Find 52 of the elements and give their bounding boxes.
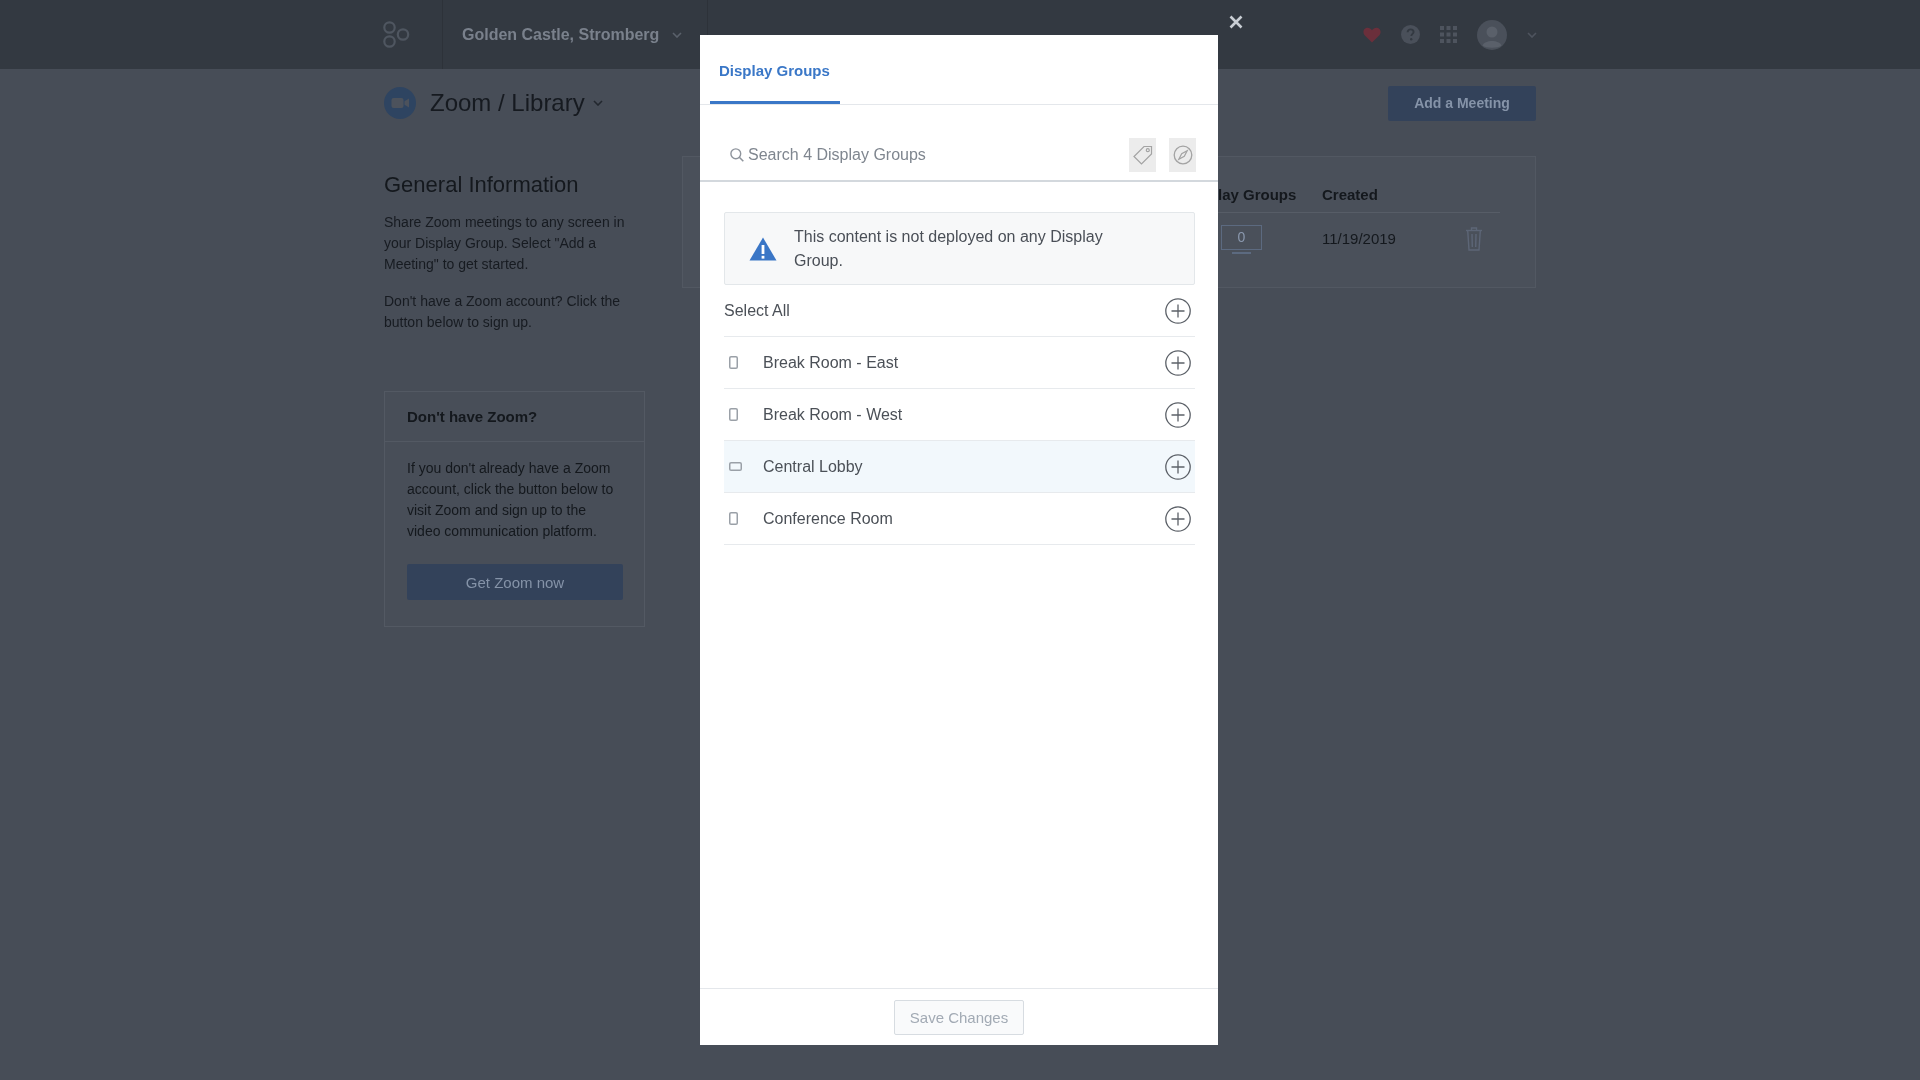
tag-filter-button[interactable] xyxy=(1129,137,1156,172)
tag-icon xyxy=(1132,144,1153,165)
close-icon[interactable] xyxy=(1229,15,1243,29)
card-text: If you don't already have a Zoom account, click the button below to visit Zoom and sign up to the video communication platform. xyxy=(407,459,615,541)
group-name: Break Room - West xyxy=(763,405,904,424)
compass-filter-button[interactable] xyxy=(1169,137,1196,172)
add-group-button[interactable] xyxy=(1165,505,1191,532)
trash-icon[interactable] xyxy=(1465,227,1483,251)
display-groups-tab[interactable]: Display Groups xyxy=(710,35,840,104)
plus-circle-icon xyxy=(1165,505,1191,532)
add-group-button[interactable] xyxy=(1165,453,1191,480)
search-field[interactable]: Search 4 Display Groups xyxy=(748,142,1116,167)
section-heading: General Information xyxy=(384,171,580,199)
notice-text: This content is not deployed on any Display Group. xyxy=(794,226,1104,271)
portrait-screen-icon xyxy=(729,408,738,421)
add-group-button[interactable] xyxy=(1165,401,1191,428)
avatar-icon[interactable] xyxy=(1477,19,1507,50)
column-header: lay Groups xyxy=(1218,186,1298,203)
group-name: Central Lobby xyxy=(763,457,864,476)
location-dropdown[interactable]: Golden Castle, Stromberg xyxy=(462,25,683,44)
card-title: Don't have Zoom? xyxy=(385,392,644,442)
plus-circle-icon xyxy=(1165,349,1191,376)
help-icon[interactable] xyxy=(1401,25,1420,44)
add-group-button[interactable] xyxy=(1165,349,1191,376)
video-camera-icon xyxy=(384,87,416,119)
table-cell: 11/19/2019 xyxy=(1322,230,1396,247)
select-all-label: Select All xyxy=(724,301,791,320)
caret-icon xyxy=(672,31,683,38)
portrait-screen-icon xyxy=(729,356,738,369)
column-header: Created xyxy=(1322,186,1379,203)
group-name: Break Room - East xyxy=(763,353,900,372)
logo-icon xyxy=(383,21,410,48)
group-row[interactable]: Break Room - East xyxy=(724,337,1195,389)
add-meeting-button[interactable]: Add a Meeting xyxy=(1388,85,1536,121)
plus-circle-icon xyxy=(1165,297,1191,324)
plus-circle-icon xyxy=(1165,453,1191,480)
landscape-screen-icon xyxy=(729,462,742,471)
display-count: 0 xyxy=(1221,224,1262,254)
select-all-add-button[interactable] xyxy=(1165,297,1191,324)
portrait-screen-icon xyxy=(729,512,738,525)
caret-icon xyxy=(592,100,603,106)
group-row[interactable]: Conference Room xyxy=(724,493,1195,545)
group-name: Conference Room xyxy=(763,509,894,528)
search-icon xyxy=(730,147,744,162)
caret-icon xyxy=(1527,31,1537,38)
get-zoom-button[interactable]: Get Zoom now xyxy=(407,564,623,600)
compass-icon xyxy=(1172,144,1193,165)
apps-grid-icon[interactable] xyxy=(1440,26,1457,43)
select-all-row[interactable]: Select All xyxy=(724,285,1195,337)
group-row[interactable]: Central Lobby xyxy=(724,441,1195,493)
warning-icon xyxy=(749,236,777,261)
plus-circle-icon xyxy=(1165,401,1191,428)
